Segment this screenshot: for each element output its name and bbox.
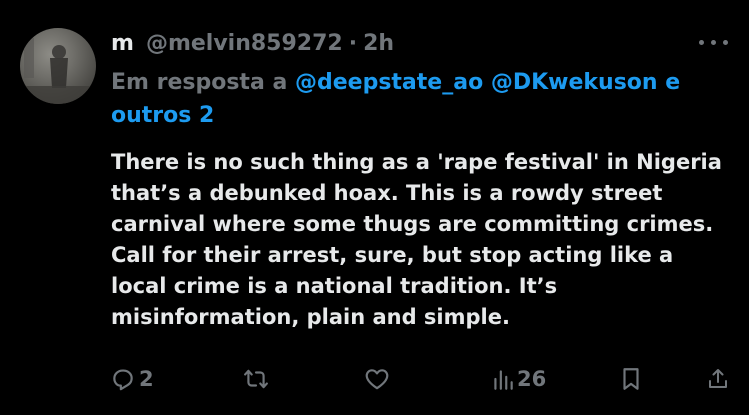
like-button[interactable] (364, 362, 390, 396)
more-horizontal-icon (699, 40, 704, 45)
tweet-text: There is no such thing as a 'rape festiv… (111, 150, 722, 329)
user-handle[interactable]: @melvin859272 (146, 31, 343, 56)
more-horizontal-icon (723, 40, 728, 45)
avatar-image (20, 38, 96, 104)
bookmark-icon (623, 368, 639, 390)
bookmark-button[interactable] (620, 362, 642, 396)
reply-context: Em resposta a @deepstate_ao @DKwekuson e… (111, 66, 721, 132)
analytics-icon (494, 370, 513, 390)
action-bar: 2 26 (0, 362, 749, 396)
timestamp[interactable]: 2h (363, 31, 394, 56)
more-horizontal-icon (711, 40, 716, 45)
share-icon (709, 369, 727, 388)
share-button[interactable] (706, 362, 730, 396)
mention-link[interactable]: @deepstate_ao (295, 70, 483, 95)
display-name[interactable]: m (111, 31, 134, 56)
more-options-button[interactable] (697, 35, 731, 51)
separator-dot: · (348, 30, 358, 56)
tweet[interactable]: m @melvin859272 · 2h Em resposta a @deep… (0, 0, 749, 415)
reply-button[interactable]: 2 (110, 362, 154, 396)
view-count: 26 (517, 367, 547, 391)
mention-link[interactable]: @DKwekuson (491, 70, 658, 95)
reply-icon (113, 369, 133, 391)
repost-button[interactable] (243, 362, 269, 396)
reply-prefix: Em resposta a (111, 70, 288, 95)
reply-count: 2 (139, 367, 154, 391)
avatar[interactable] (20, 28, 96, 104)
tweet-header: m @melvin859272 · 2h (111, 26, 394, 60)
heart-icon (365, 369, 389, 390)
views-button[interactable]: 26 (492, 362, 546, 396)
repost-icon (244, 369, 268, 389)
